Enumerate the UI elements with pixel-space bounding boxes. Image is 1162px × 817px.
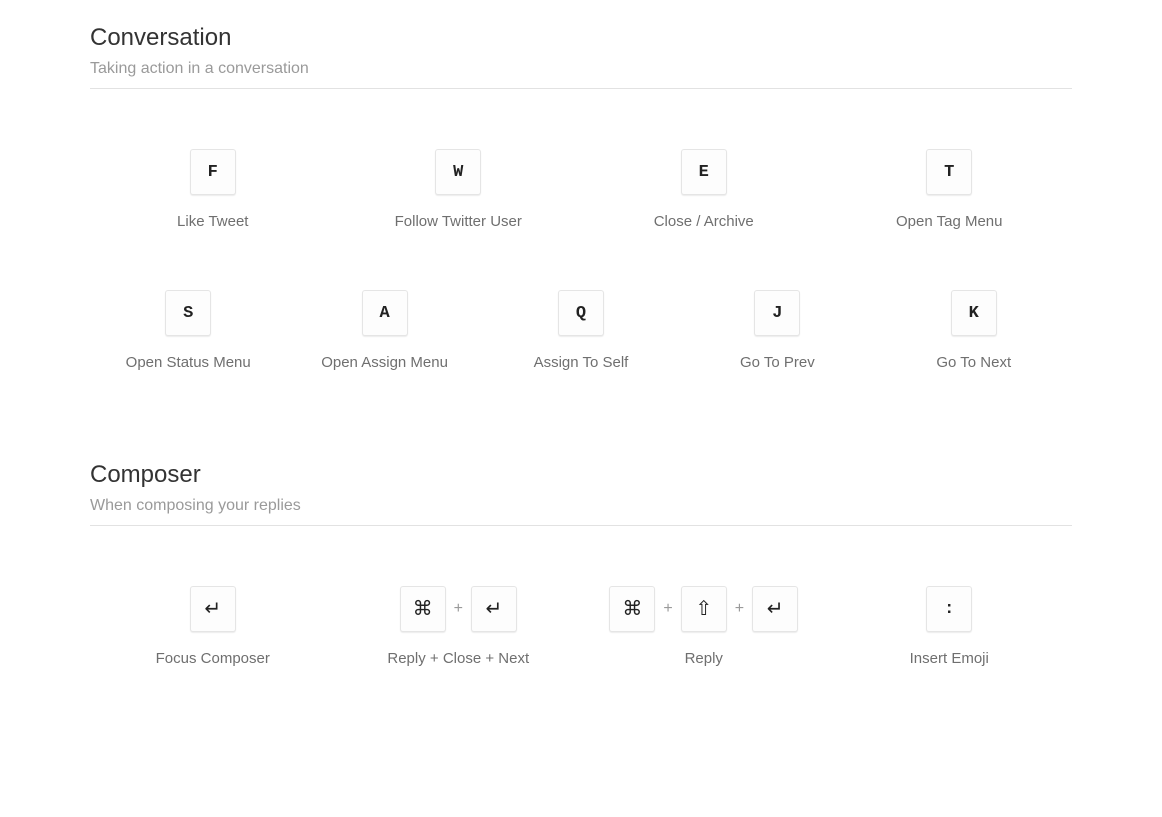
section-conversation: Conversation Taking action in a conversa… <box>90 24 1072 371</box>
keycap: A <box>362 290 408 336</box>
key-combo: ⌘ + ⇧ + ↵ <box>609 586 798 632</box>
shortcut-open-assign-menu: A Open Assign Menu <box>286 290 482 371</box>
shortcut-assign-self: Q Assign To Self <box>483 290 679 371</box>
shortcut-row: ↵ Focus Composer ⌘ + ↵ Reply + Close + N… <box>90 586 1072 667</box>
key-combo: ⌘ + ↵ <box>400 586 517 632</box>
keycap: ⌘ <box>609 586 655 632</box>
shortcut-label: Go To Prev <box>740 354 815 371</box>
keycap: E <box>681 149 727 195</box>
shortcut-open-status-menu: S Open Status Menu <box>90 290 286 371</box>
keycap: ↵ <box>752 586 798 632</box>
divider <box>90 525 1072 526</box>
shift-key-icon: ⇧ <box>695 599 712 619</box>
shortcut-label: Like Tweet <box>177 213 248 230</box>
shortcut-row: S Open Status Menu A Open Assign Menu Q … <box>90 290 1072 371</box>
shortcut-label: Reply + Close + Next <box>387 650 529 667</box>
key-combo: S <box>165 290 211 336</box>
shortcut-row: F Like Tweet W Follow Twitter User E Clo… <box>90 149 1072 230</box>
enter-key-icon: ↵ <box>767 599 784 619</box>
cmd-key-icon: ⌘ <box>413 599 433 619</box>
key-combo: ↵ <box>190 586 236 632</box>
keycap: ⇧ <box>681 586 727 632</box>
shortcut-insert-emoji: : Insert Emoji <box>827 586 1073 667</box>
plus-separator: + <box>446 600 471 618</box>
key-combo: A <box>362 290 408 336</box>
shortcut-label: Follow Twitter User <box>395 213 522 230</box>
shortcut-go-next: K Go To Next <box>876 290 1072 371</box>
shortcut-label: Reply <box>685 650 723 667</box>
keycap: : <box>926 586 972 632</box>
keycap: T <box>926 149 972 195</box>
divider <box>90 88 1072 89</box>
shortcut-like-tweet: F Like Tweet <box>90 149 336 230</box>
shortcut-label: Focus Composer <box>156 650 270 667</box>
shortcuts-page: Conversation Taking action in a conversa… <box>0 0 1162 817</box>
section-subtitle: When composing your replies <box>90 497 1072 515</box>
keycap: Q <box>558 290 604 336</box>
keycap: ↵ <box>471 586 517 632</box>
keycap: W <box>435 149 481 195</box>
plus-separator: + <box>727 600 752 618</box>
shortcut-reply: ⌘ + ⇧ + ↵ Reply <box>581 586 827 667</box>
shortcut-label: Assign To Self <box>534 354 629 371</box>
key-combo: Q <box>558 290 604 336</box>
key-combo: W <box>435 149 481 195</box>
section-title: Conversation <box>90 24 1072 52</box>
keycap: F <box>190 149 236 195</box>
key-combo: J <box>754 290 800 336</box>
shortcut-label: Insert Emoji <box>910 650 989 667</box>
shortcut-label: Open Assign Menu <box>321 354 448 371</box>
shortcut-go-prev: J Go To Prev <box>679 290 875 371</box>
section-title: Composer <box>90 461 1072 489</box>
keycap: ↵ <box>190 586 236 632</box>
shortcut-label: Open Tag Menu <box>896 213 1002 230</box>
enter-key-icon: ↵ <box>486 599 503 619</box>
key-combo: F <box>190 149 236 195</box>
shortcut-label: Close / Archive <box>654 213 754 230</box>
shortcut-follow-user: W Follow Twitter User <box>336 149 582 230</box>
keycap: ⌘ <box>400 586 446 632</box>
key-combo: K <box>951 290 997 336</box>
cmd-key-icon: ⌘ <box>622 599 642 619</box>
shortcut-close-archive: E Close / Archive <box>581 149 827 230</box>
shortcut-reply-close-next: ⌘ + ↵ Reply + Close + Next <box>336 586 582 667</box>
plus-separator: + <box>655 600 680 618</box>
key-combo: T <box>926 149 972 195</box>
key-combo: : <box>926 586 972 632</box>
section-subtitle: Taking action in a conversation <box>90 60 1072 78</box>
section-composer: Composer When composing your replies ↵ F… <box>90 461 1072 667</box>
shortcut-open-tag-menu: T Open Tag Menu <box>827 149 1073 230</box>
enter-key-icon: ↵ <box>204 599 221 619</box>
keycap: S <box>165 290 211 336</box>
shortcut-label: Open Status Menu <box>126 354 251 371</box>
shortcut-focus-composer: ↵ Focus Composer <box>90 586 336 667</box>
keycap: J <box>754 290 800 336</box>
key-combo: E <box>681 149 727 195</box>
shortcut-label: Go To Next <box>936 354 1011 371</box>
keycap: K <box>951 290 997 336</box>
